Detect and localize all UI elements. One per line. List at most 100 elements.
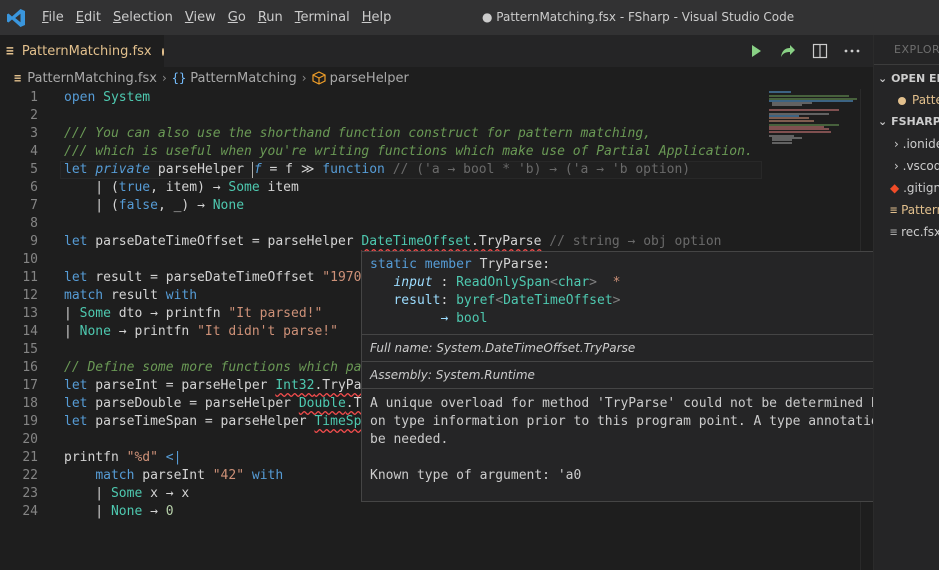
tree-item-vscode[interactable]: › .vscode [894,159,939,173]
minimap-line [769,130,831,133]
code-text: match parseInt "42" with [95,468,284,483]
menu-bar: File Edit Selection View Go Run Terminal… [36,0,397,35]
fsharp-file-icon: ≡ [890,225,898,239]
code-line[interactable]: 9 let parseDateTimeOffset = parseHelper D… [0,233,860,251]
tab-bar: ≡ PatternMatching.fsx [0,35,873,67]
code-text: | Some dto → printfn "It parsed!" [64,306,323,321]
hover-error-message: A unique overload for method 'TryParse' … [370,396,918,447]
namespace-icon: {} [171,71,187,85]
minimap-line [769,119,814,122]
line-number: 2 [30,108,38,123]
tree-item-rec[interactable]: ≡ rec.fsx [890,225,939,239]
line-number: 15 [22,342,38,357]
line-number: 6 [30,180,38,195]
line-number: 3 [30,126,38,141]
minimap-line [769,91,791,93]
breadcrumb: ≡ PatternMatching.fsx › {} PatternMatchi… [0,67,873,89]
chevron-right-icon: › [161,71,167,85]
menu-terminal[interactable]: Terminal [289,0,356,35]
line-number: 4 [30,144,38,159]
editor-actions [747,35,861,67]
tree-item-gitignore[interactable]: ◆ .gitignore [890,181,939,195]
minimap-line [772,104,802,107]
code-text: // Define some more functions which pa [64,360,362,375]
line-number: 16 [22,360,38,375]
code-text: let result = parseDateTimeOffset "1970 [64,270,362,285]
chevron-down-icon: ⌄ [878,72,888,85]
minimap-line [769,108,839,111]
code-text: let parseDouble = parseHelper Double.T [64,396,362,411]
breadcrumb-function[interactable]: parseHelper [330,71,409,86]
breadcrumb-file[interactable]: PatternMatching.fsx [27,71,157,86]
title-bar: File Edit Selection View Go Run Terminal… [0,0,939,35]
divider [874,64,939,65]
code-text: /// which is useful when you're writing … [64,144,753,159]
open-editor-item[interactable]: PatternMatching.fsx [898,93,939,107]
code-line[interactable]: 8 [0,215,860,233]
breadcrumb-namespace[interactable]: PatternMatching [190,71,297,86]
menu-help[interactable]: Help [356,0,398,35]
code-text: match result with [64,288,198,303]
code-text: /// You can also use the shorthand funct… [64,126,651,141]
chevron-right-icon: › [894,137,899,151]
run-icon[interactable] [747,42,765,60]
menu-file[interactable]: File [36,0,70,35]
tab-patternmatching[interactable]: ≡ PatternMatching.fsx [0,35,164,67]
line-number: 23 [22,486,38,501]
window-title: ● PatternMatching.fsx - FSharp - Visual … [482,10,795,24]
fsharp-folder-section[interactable]: ⌄ FSHARP [878,115,939,128]
code-line[interactable]: 5 let private parseHelper f = f ≫ functio… [0,161,860,179]
git-icon: ◆ [890,181,900,195]
open-editors-section[interactable]: ⌄ OPEN EDITORS [878,72,939,85]
menu-view[interactable]: View [179,0,222,35]
code-line[interactable]: 2 [0,107,860,125]
code-text: open System [64,90,151,105]
code-text: let parseDateTimeOffset = parseHelper Da… [64,234,722,249]
line-number: 14 [22,324,38,339]
line-number: 12 [22,288,38,303]
code-line[interactable]: 7 | (false, _) → None [0,197,860,215]
code-text: | None → printfn "It didn't parse!" [64,324,338,339]
tree-item-ionide[interactable]: › .ionide [894,137,939,151]
line-number: 10 [22,252,38,267]
line-number: 20 [22,432,38,447]
menu-selection[interactable]: Selection [107,0,179,35]
hover-assembly: Assembly: System.Runtime [362,362,938,389]
line-number: 7 [30,198,38,213]
menu-edit[interactable]: Edit [70,0,107,35]
chevron-right-icon: › [301,71,307,85]
code-line[interactable]: 3 /// You can also use the shorthand func… [0,125,860,143]
unsaved-dot-icon[interactable] [161,47,164,56]
tree-item-patternmatching[interactable]: ≡ PatternMatching.fsx [890,203,939,217]
line-number: 1 [30,90,38,105]
line-number: 13 [22,306,38,321]
menu-run[interactable]: Run [252,0,289,35]
code-line[interactable]: 1 open System [0,89,860,107]
code-line[interactable]: 4 /// which is useful when you're writing… [0,143,860,161]
line-number: 22 [22,468,38,483]
line-number: 17 [22,378,38,393]
run-arrow-icon[interactable] [779,42,797,60]
fsharp-file-icon: ≡ [14,71,22,85]
code-text: | (true, item) → Some item [64,180,299,195]
hover-message: A unique overload for method 'TryParse' … [362,389,938,509]
more-actions-icon[interactable] [843,42,861,60]
unsaved-dot-icon [898,96,906,105]
hover-signature: static member TryParse: input : ReadOnly… [362,252,938,335]
explorer-title: EXPLORER [894,43,939,56]
line-number: 18 [22,396,38,411]
code-text: | (false, _) → None [64,198,245,213]
split-editor-icon[interactable] [811,42,829,60]
line-number: 24 [22,504,38,519]
hover-known-type: Known type of argument: 'a0 [370,468,582,483]
line-number: 8 [30,216,38,231]
chevron-down-icon: ⌄ [878,115,888,128]
chevron-right-icon: › [894,159,899,173]
code-text: printfn "%d" <| [64,450,182,465]
fsharp-file-icon: ≡ [890,203,898,217]
code-text: | Some x → x [64,486,190,501]
code-line[interactable]: 6 | (true, item) → Some item [0,179,860,197]
line-number: 19 [22,414,38,429]
code-text: | None → 0 [64,504,174,519]
menu-go[interactable]: Go [222,0,252,35]
